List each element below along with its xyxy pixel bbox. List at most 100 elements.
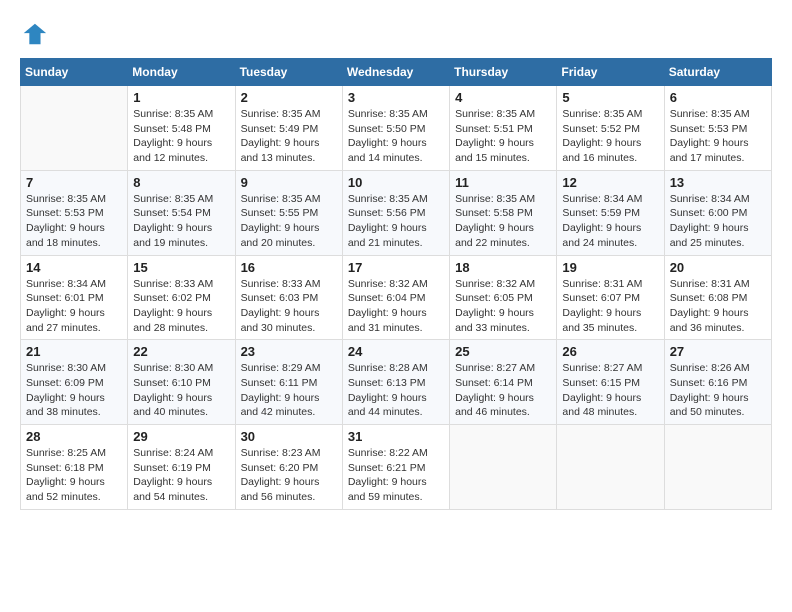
calendar-cell: 24 Sunrise: 8:28 AM Sunset: 6:13 PM Dayli…	[342, 340, 449, 425]
weekday-header: Tuesday	[235, 59, 342, 86]
calendar-cell: 8Sunrise: 8:35 AM Sunset: 5:54 PM Daylig…	[128, 170, 235, 255]
day-info: Sunrise: 8:28 AM Sunset: 6:13 PM Dayligh…	[348, 361, 444, 420]
day-number: 29	[133, 429, 229, 444]
calendar-cell: 31 Sunrise: 8:22 AM Sunset: 6:21 PM Dayli…	[342, 425, 449, 510]
day-info: Sunrise: 8:33 AM Sunset: 6:02 PM Dayligh…	[133, 277, 229, 336]
day-info: Sunrise: 8:34 AM Sunset: 6:01 PM Dayligh…	[26, 277, 122, 336]
day-number: 9	[241, 175, 337, 190]
day-info: Sunrise: 8:34 AM Sunset: 6:00 PM Dayligh…	[670, 192, 766, 251]
calendar-cell: 29 Sunrise: 8:24 AM Sunset: 6:19 PM Dayli…	[128, 425, 235, 510]
calendar-cell	[450, 425, 557, 510]
day-number: 28	[26, 429, 122, 444]
calendar-cell: 28 Sunrise: 8:25 AM Sunset: 6:18 PM Dayli…	[21, 425, 128, 510]
day-number: 24	[348, 344, 444, 359]
day-info: Sunrise: 8:23 AM Sunset: 6:20 PM Dayligh…	[241, 446, 337, 505]
day-info: Sunrise: 8:27 AM Sunset: 6:14 PM Dayligh…	[455, 361, 551, 420]
day-info: Sunrise: 8:31 AM Sunset: 6:08 PM Dayligh…	[670, 277, 766, 336]
day-info: Sunrise: 8:29 AM Sunset: 6:11 PM Dayligh…	[241, 361, 337, 420]
calendar-cell: 27 Sunrise: 8:26 AM Sunset: 6:16 PM Dayli…	[664, 340, 771, 425]
day-number: 31	[348, 429, 444, 444]
calendar-cell: 2 Sunrise: 8:35 AM Sunset: 5:49 PM Daylig…	[235, 86, 342, 171]
calendar-cell: 20 Sunrise: 8:31 AM Sunset: 6:08 PM Dayli…	[664, 255, 771, 340]
page-header	[20, 20, 772, 48]
day-number: 27	[670, 344, 766, 359]
day-number: 23	[241, 344, 337, 359]
calendar-cell: 18 Sunrise: 8:32 AM Sunset: 6:05 PM Dayli…	[450, 255, 557, 340]
logo	[20, 20, 52, 48]
day-info: Sunrise: 8:26 AM Sunset: 6:16 PM Dayligh…	[670, 361, 766, 420]
calendar-cell: 26 Sunrise: 8:27 AM Sunset: 6:15 PM Dayli…	[557, 340, 664, 425]
day-info: Sunrise: 8:35 AM Sunset: 5:56 PM Dayligh…	[348, 192, 444, 251]
calendar-cell	[21, 86, 128, 171]
day-info: Sunrise: 8:31 AM Sunset: 6:07 PM Dayligh…	[562, 277, 658, 336]
day-info: Sunrise: 8:35 AM Sunset: 5:58 PM Dayligh…	[455, 192, 551, 251]
calendar-cell: 9 Sunrise: 8:35 AM Sunset: 5:55 PM Daylig…	[235, 170, 342, 255]
day-info: Sunrise: 8:22 AM Sunset: 6:21 PM Dayligh…	[348, 446, 444, 505]
day-number: 30	[241, 429, 337, 444]
day-number: 13	[670, 175, 766, 190]
day-info: Sunrise: 8:30 AM Sunset: 6:09 PM Dayligh…	[26, 361, 122, 420]
day-info: Sunrise: 8:33 AM Sunset: 6:03 PM Dayligh…	[241, 277, 337, 336]
day-number: 3	[348, 90, 444, 105]
calendar-cell: 21 Sunrise: 8:30 AM Sunset: 6:09 PM Dayli…	[21, 340, 128, 425]
calendar-cell	[557, 425, 664, 510]
calendar-cell	[664, 425, 771, 510]
calendar-cell: 7Sunrise: 8:35 AM Sunset: 5:53 PM Daylig…	[21, 170, 128, 255]
calendar-week-row: 1 Sunrise: 8:35 AM Sunset: 5:48 PM Daylig…	[21, 86, 772, 171]
calendar-cell: 15 Sunrise: 8:33 AM Sunset: 6:02 PM Dayli…	[128, 255, 235, 340]
calendar-cell: 3Sunrise: 8:35 AM Sunset: 5:50 PM Daylig…	[342, 86, 449, 171]
day-number: 26	[562, 344, 658, 359]
calendar-cell: 19 Sunrise: 8:31 AM Sunset: 6:07 PM Dayli…	[557, 255, 664, 340]
calendar-week-row: 21 Sunrise: 8:30 AM Sunset: 6:09 PM Dayli…	[21, 340, 772, 425]
day-number: 16	[241, 260, 337, 275]
day-number: 8	[133, 175, 229, 190]
day-info: Sunrise: 8:35 AM Sunset: 5:49 PM Dayligh…	[241, 107, 337, 166]
day-info: Sunrise: 8:24 AM Sunset: 6:19 PM Dayligh…	[133, 446, 229, 505]
day-info: Sunrise: 8:35 AM Sunset: 5:53 PM Dayligh…	[670, 107, 766, 166]
calendar-header-row: SundayMondayTuesdayWednesdayThursdayFrid…	[21, 59, 772, 86]
day-info: Sunrise: 8:35 AM Sunset: 5:52 PM Dayligh…	[562, 107, 658, 166]
day-number: 6	[670, 90, 766, 105]
calendar-cell: 12 Sunrise: 8:34 AM Sunset: 5:59 PM Dayli…	[557, 170, 664, 255]
day-number: 22	[133, 344, 229, 359]
day-number: 19	[562, 260, 658, 275]
day-number: 20	[670, 260, 766, 275]
day-info: Sunrise: 8:35 AM Sunset: 5:55 PM Dayligh…	[241, 192, 337, 251]
day-info: Sunrise: 8:34 AM Sunset: 5:59 PM Dayligh…	[562, 192, 658, 251]
day-number: 18	[455, 260, 551, 275]
calendar-week-row: 14 Sunrise: 8:34 AM Sunset: 6:01 PM Dayli…	[21, 255, 772, 340]
day-number: 10	[348, 175, 444, 190]
calendar-cell: 10 Sunrise: 8:35 AM Sunset: 5:56 PM Dayli…	[342, 170, 449, 255]
calendar-table: SundayMondayTuesdayWednesdayThursdayFrid…	[20, 58, 772, 510]
day-number: 21	[26, 344, 122, 359]
day-number: 5	[562, 90, 658, 105]
weekday-header: Monday	[128, 59, 235, 86]
calendar-cell: 6 Sunrise: 8:35 AM Sunset: 5:53 PM Daylig…	[664, 86, 771, 171]
day-info: Sunrise: 8:30 AM Sunset: 6:10 PM Dayligh…	[133, 361, 229, 420]
day-info: Sunrise: 8:32 AM Sunset: 6:05 PM Dayligh…	[455, 277, 551, 336]
day-info: Sunrise: 8:27 AM Sunset: 6:15 PM Dayligh…	[562, 361, 658, 420]
calendar-cell: 1 Sunrise: 8:35 AM Sunset: 5:48 PM Daylig…	[128, 86, 235, 171]
day-number: 1	[133, 90, 229, 105]
weekday-header: Saturday	[664, 59, 771, 86]
day-info: Sunrise: 8:35 AM Sunset: 5:53 PM Dayligh…	[26, 192, 122, 251]
day-number: 4	[455, 90, 551, 105]
calendar-cell: 23 Sunrise: 8:29 AM Sunset: 6:11 PM Dayli…	[235, 340, 342, 425]
calendar-cell: 16 Sunrise: 8:33 AM Sunset: 6:03 PM Dayli…	[235, 255, 342, 340]
weekday-header: Thursday	[450, 59, 557, 86]
day-number: 12	[562, 175, 658, 190]
logo-icon	[20, 20, 48, 48]
day-info: Sunrise: 8:32 AM Sunset: 6:04 PM Dayligh…	[348, 277, 444, 336]
calendar-week-row: 7Sunrise: 8:35 AM Sunset: 5:53 PM Daylig…	[21, 170, 772, 255]
day-number: 14	[26, 260, 122, 275]
calendar-cell: 22 Sunrise: 8:30 AM Sunset: 6:10 PM Dayli…	[128, 340, 235, 425]
weekday-header: Sunday	[21, 59, 128, 86]
day-info: Sunrise: 8:35 AM Sunset: 5:48 PM Dayligh…	[133, 107, 229, 166]
day-number: 11	[455, 175, 551, 190]
weekday-header: Friday	[557, 59, 664, 86]
day-number: 15	[133, 260, 229, 275]
weekday-header: Wednesday	[342, 59, 449, 86]
day-number: 2	[241, 90, 337, 105]
day-info: Sunrise: 8:25 AM Sunset: 6:18 PM Dayligh…	[26, 446, 122, 505]
calendar-cell: 5 Sunrise: 8:35 AM Sunset: 5:52 PM Daylig…	[557, 86, 664, 171]
